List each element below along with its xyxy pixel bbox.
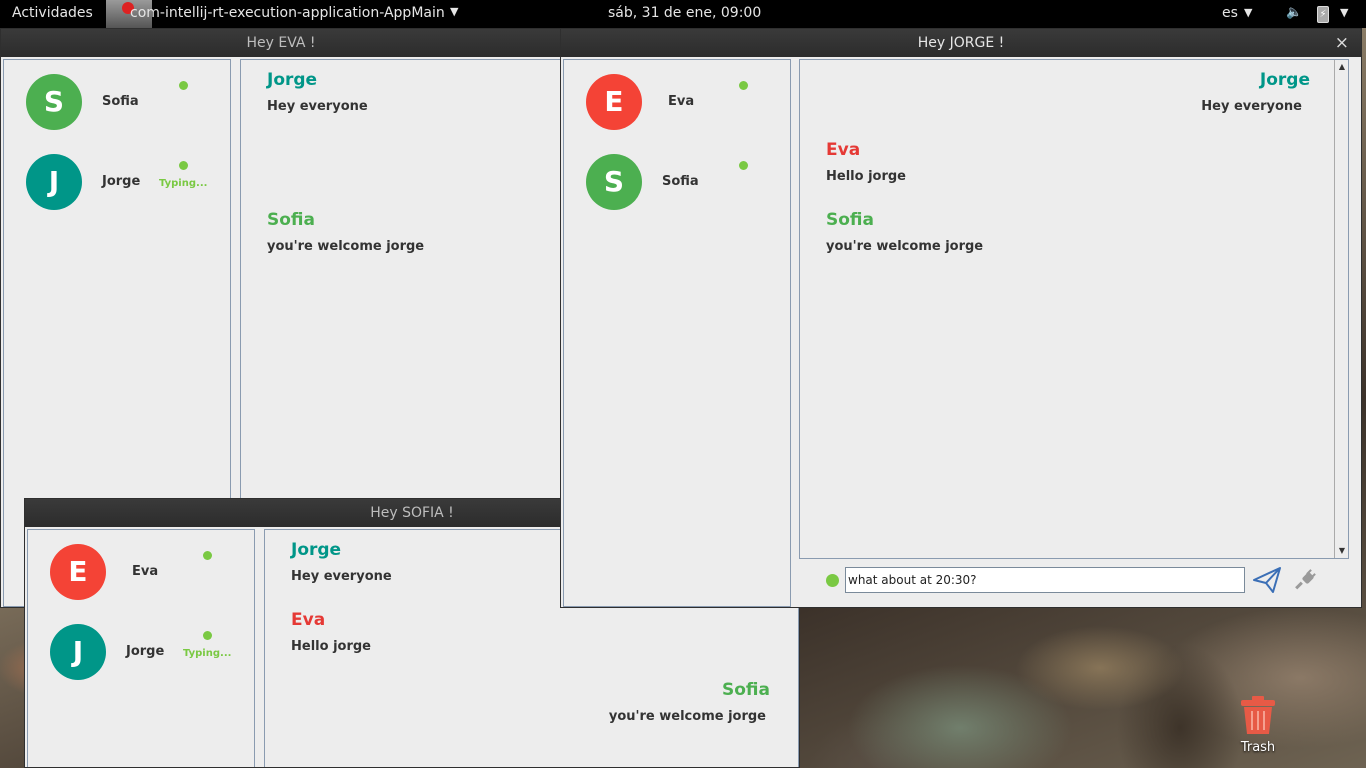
contact-name: Jorge	[102, 174, 141, 189]
message-sender: Sofia	[267, 210, 315, 230]
online-status-icon	[203, 631, 212, 640]
contact-name: Eva	[668, 94, 695, 109]
trash-label: Trash	[1240, 740, 1276, 755]
app-menu-caret-icon[interactable]: ▼	[450, 5, 458, 18]
message-text: Hey everyone	[267, 99, 368, 114]
language-caret-icon[interactable]: ▼	[1244, 6, 1252, 19]
contact-item[interactable]: J Jorge Typing...	[28, 624, 254, 694]
avatar: J	[50, 624, 106, 680]
language-indicator[interactable]: es	[1222, 5, 1238, 21]
chat-window-jorge[interactable]: Hey JORGE ! × E Eva S Sofia Jorge Hey ev…	[560, 28, 1362, 608]
message-sender: Eva	[291, 610, 326, 630]
message-area: Jorge Hey everyone Eva Hello jorge Sofia…	[799, 59, 1349, 559]
app-menu[interactable]: com-intellij-rt-execution-application-Ap…	[130, 5, 445, 21]
message-sender: Sofia	[826, 210, 874, 230]
message-text: you're welcome jorge	[826, 239, 984, 254]
activities-button[interactable]: Actividades	[12, 5, 93, 21]
trash-desktop-item[interactable]: Trash	[1230, 694, 1286, 755]
message-sender: Eva	[826, 140, 861, 160]
typing-indicator: Typing...	[159, 178, 208, 189]
message-sender: Jorge	[267, 70, 318, 90]
trash-icon	[1241, 696, 1275, 734]
contact-name: Sofia	[102, 94, 139, 109]
contact-item[interactable]: J Jorge Typing...	[4, 154, 230, 224]
message-text: Hey everyone	[1201, 99, 1302, 114]
volume-icon[interactable]: 🔈	[1286, 5, 1302, 20]
window-title[interactable]: Hey JORGE !	[561, 29, 1361, 57]
top-bar: Actividades com-intellij-rt-execution-ap…	[0, 0, 1366, 28]
online-status-icon	[739, 161, 748, 170]
avatar: S	[26, 74, 82, 130]
contact-item[interactable]: E Eva	[564, 74, 790, 144]
send-icon[interactable]	[1251, 564, 1283, 596]
avatar: S	[586, 154, 642, 210]
message-input[interactable]	[845, 567, 1245, 593]
message-text: Hey everyone	[291, 569, 392, 584]
system-menu-caret-icon[interactable]: ▼	[1340, 6, 1348, 19]
message-text: Hello jorge	[826, 169, 906, 184]
contact-name: Sofia	[662, 174, 699, 189]
message-sender: Sofia	[722, 680, 770, 700]
typing-indicator: Typing...	[183, 648, 232, 659]
scroll-up-icon[interactable]: ▲	[1336, 61, 1348, 73]
window-title[interactable]: Hey EVA !	[1, 29, 561, 57]
close-icon[interactable]: ×	[1335, 29, 1349, 57]
contact-item[interactable]: E Eva	[28, 544, 254, 614]
online-status-icon	[179, 81, 188, 90]
contact-item[interactable]: S Sofia	[4, 74, 230, 144]
message-scrollbar[interactable]: ▲ ▼	[1334, 60, 1348, 558]
avatar: E	[50, 544, 106, 600]
contacts-list: E Eva S Sofia	[563, 59, 791, 607]
avatar: J	[26, 154, 82, 210]
message-text: Hello jorge	[291, 639, 371, 654]
clock[interactable]: sáb, 31 de ene, 09:00	[608, 5, 761, 21]
battery-icon[interactable]: ⚡	[1317, 6, 1329, 23]
contact-name: Jorge	[126, 644, 165, 659]
message-sender: Jorge	[1259, 70, 1310, 90]
contact-name: Eva	[132, 564, 159, 579]
online-status-icon	[739, 81, 748, 90]
message-sender: Jorge	[291, 540, 342, 560]
message-text: you're welcome jorge	[608, 709, 766, 724]
message-text: you're welcome jorge	[267, 239, 425, 254]
connection-status-icon	[826, 574, 839, 587]
contact-item[interactable]: S Sofia	[564, 154, 790, 224]
online-status-icon	[203, 551, 212, 560]
scroll-down-icon[interactable]: ▼	[1336, 545, 1348, 557]
disconnect-plug-icon[interactable]	[1291, 566, 1323, 598]
contacts-list: E Eva J Jorge Typing...	[27, 529, 255, 767]
online-status-icon	[179, 161, 188, 170]
avatar: E	[586, 74, 642, 130]
